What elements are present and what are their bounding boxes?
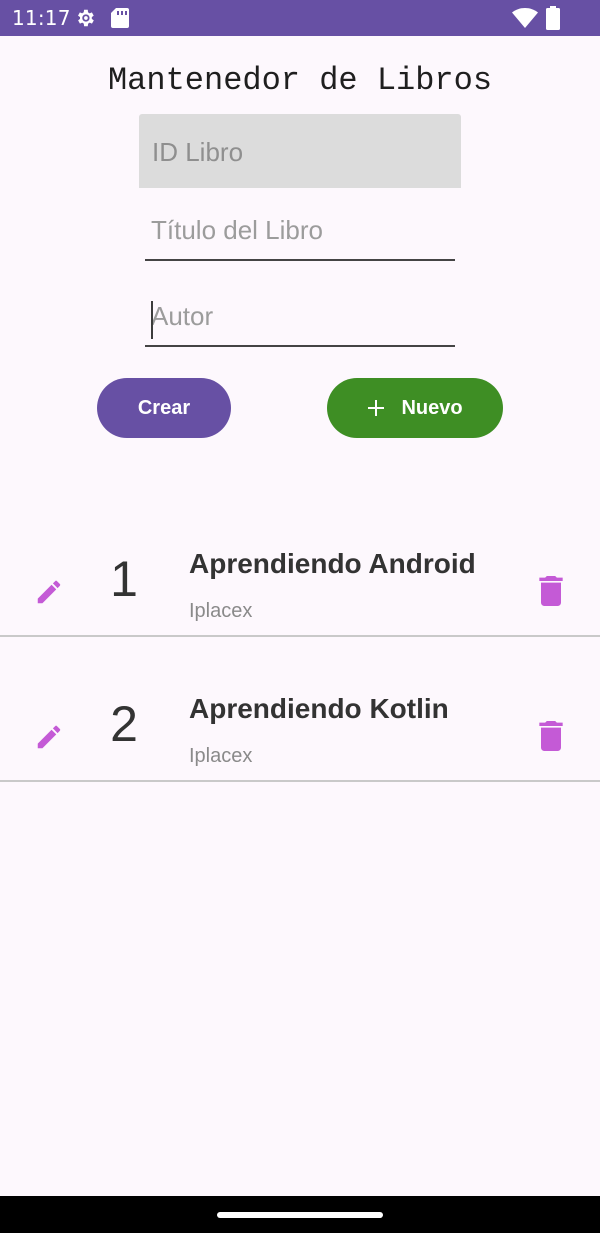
id-libro-field[interactable]: ID Libro (139, 114, 461, 188)
crear-button-label: Crear (137, 396, 191, 419)
trash-icon[interactable] (538, 576, 564, 606)
crear-button[interactable]: Crear (97, 378, 231, 438)
id-libro-placeholder: ID Libro (152, 137, 244, 167)
autor-field[interactable]: Autor (145, 287, 455, 347)
titulo-underline (145, 259, 455, 261)
text-cursor (151, 301, 153, 339)
sd-card-icon (111, 8, 129, 28)
autor-placeholder: Autor (151, 301, 214, 331)
navigation-bar (0, 1196, 600, 1233)
page-title: Mantenedor de Libros (107, 62, 493, 99)
list-item[interactable]: 1 Aprendiendo Android Iplacex (0, 492, 600, 637)
status-bar: 11:17 (0, 0, 600, 36)
book-id: 1 (110, 551, 138, 607)
gear-icon (78, 9, 94, 27)
row-divider (0, 780, 600, 782)
plus-icon (368, 400, 385, 416)
status-time: 11:17 (12, 6, 71, 30)
book-title: Aprendiendo Kotlin (189, 693, 449, 724)
book-title: Aprendiendo Android (189, 548, 476, 579)
autor-underline (145, 345, 455, 347)
battery-icon (546, 6, 560, 30)
nuevo-button[interactable]: Nuevo (327, 378, 503, 438)
titulo-field[interactable]: Título del Libro (145, 201, 455, 261)
home-indicator[interactable] (217, 1212, 383, 1218)
pencil-icon[interactable] (34, 722, 64, 752)
book-id: 2 (110, 696, 138, 752)
titulo-placeholder: Título del Libro (151, 215, 323, 245)
list-item[interactable]: 2 Aprendiendo Kotlin Iplacex (0, 637, 600, 782)
book-author: Iplacex (189, 600, 253, 622)
pencil-icon[interactable] (34, 577, 64, 607)
nuevo-button-label: Nuevo (401, 396, 463, 419)
trash-icon[interactable] (538, 721, 564, 751)
book-author: Iplacex (189, 745, 253, 767)
wifi-icon (512, 8, 538, 28)
